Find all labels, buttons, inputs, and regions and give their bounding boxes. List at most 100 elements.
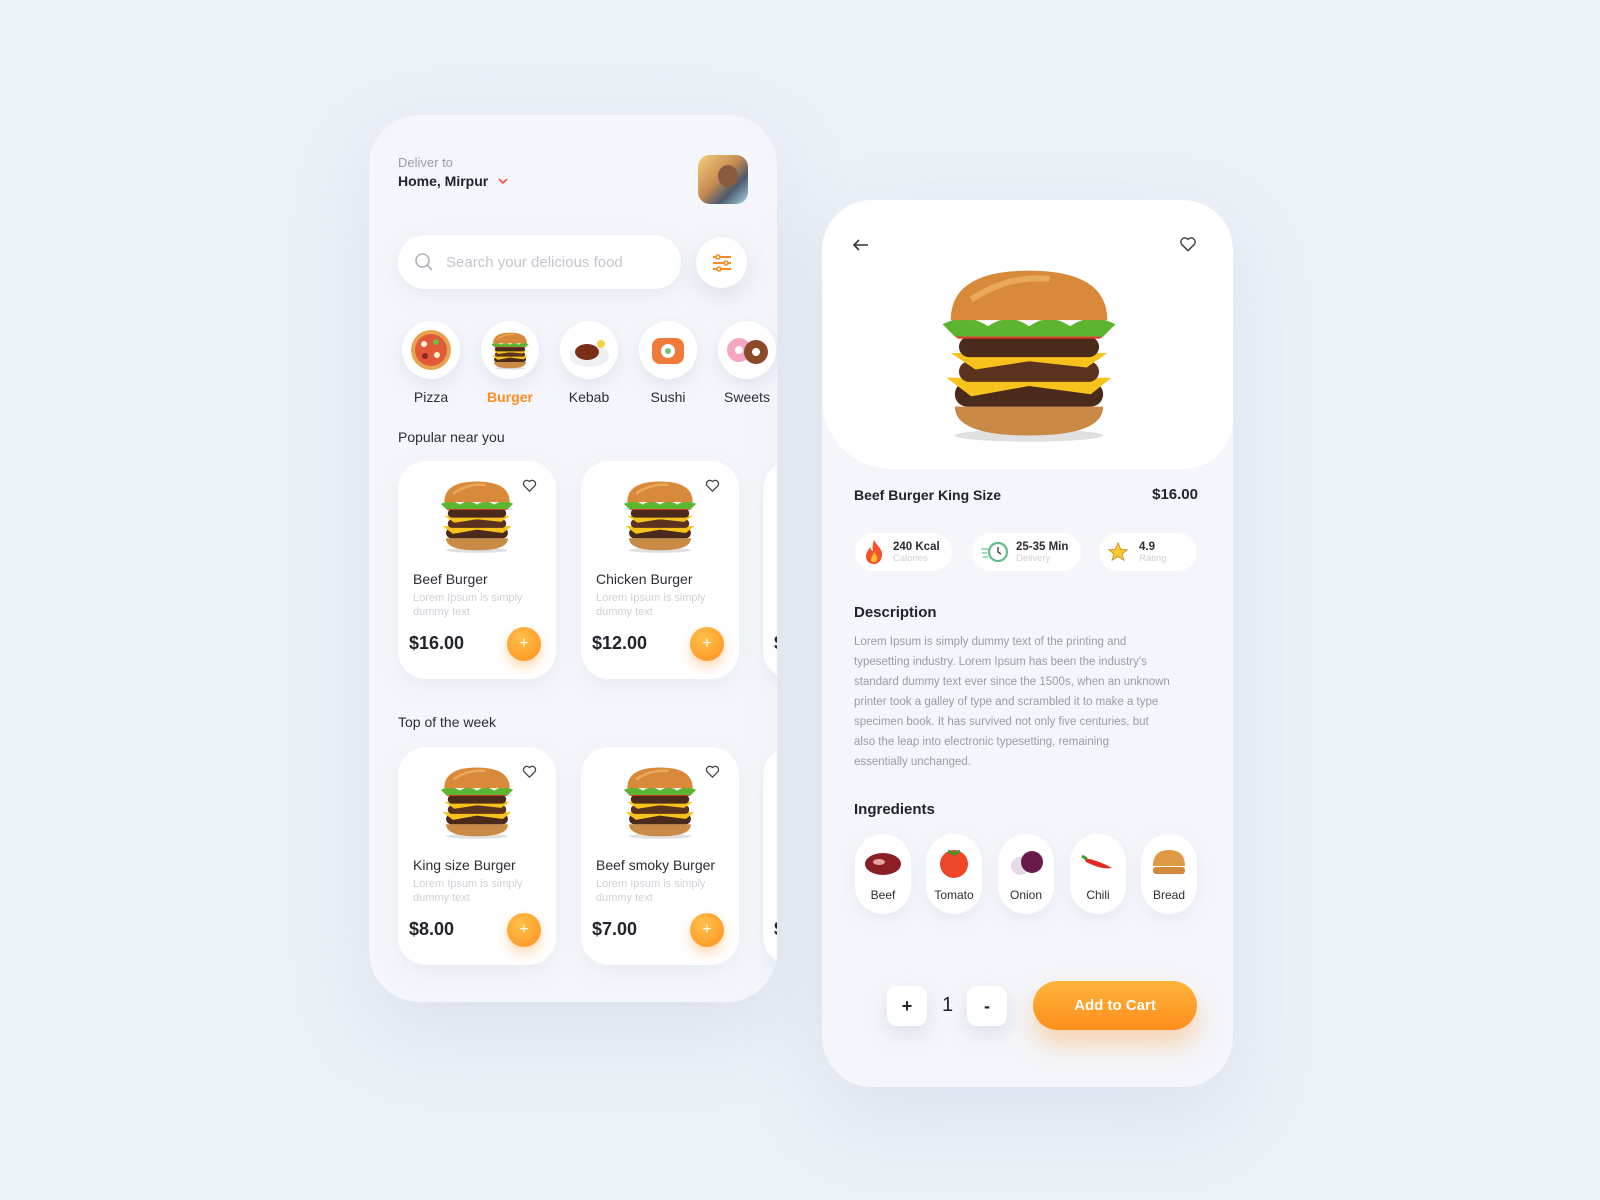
description-line: typesetting industry. Lorem Ipsum has be…	[854, 656, 1147, 668]
ingredient-label: Bread	[1152, 888, 1186, 902]
description-line: specimen book. It has survived not only …	[854, 716, 1149, 728]
ingredient-onion: Onion	[998, 834, 1054, 914]
food-card[interactable]: Beef smoky Burger Lorem Ipsum is simply …	[581, 747, 739, 965]
category-list: Pizza Burger Kebab Sushi Sweets	[401, 321, 777, 405]
category-kebab[interactable]: Kebab	[559, 321, 619, 405]
onion-icon	[1011, 851, 1043, 875]
tomato-icon	[940, 849, 968, 878]
food-description: Lorem Ipsum is simply dummy text	[413, 592, 523, 618]
rating-chip: 4.9 Rating	[1099, 533, 1197, 571]
search-bar[interactable]	[398, 235, 681, 289]
food-card-partial[interactable]: $	[763, 747, 777, 965]
food-price: $	[774, 919, 777, 940]
filter-button[interactable]	[696, 237, 747, 288]
food-price: $12.00	[592, 633, 648, 653]
category-label: Pizza	[413, 389, 449, 405]
description-title: Description	[854, 604, 937, 621]
sushi-icon	[652, 338, 684, 364]
burger-image	[434, 475, 520, 555]
heart-icon[interactable]	[704, 763, 721, 780]
ingredient-beef: Beef	[855, 834, 911, 914]
ingredient-chili: Chili	[1070, 834, 1126, 914]
decrease-quantity-button[interactable]: -	[967, 986, 1007, 1026]
add-button[interactable]: +	[507, 627, 541, 661]
location-text: Home, Mirpur	[398, 173, 489, 189]
add-button[interactable]: +	[690, 913, 724, 947]
food-card-partial[interactable]: $	[763, 461, 777, 679]
food-description: Lorem Ipsum is simply dummy text	[413, 878, 523, 904]
description-line: standard dummy text ever since the 1500s…	[854, 676, 1170, 688]
chili-icon	[1081, 854, 1112, 869]
ingredient-label: Beef	[870, 888, 896, 902]
week-section-title: Top of the week	[398, 714, 497, 730]
category-pizza[interactable]: Pizza	[401, 321, 461, 405]
burger-image	[434, 761, 520, 841]
search-input[interactable]	[446, 253, 656, 271]
food-price: $	[774, 633, 777, 654]
description-line: printer took a galley of type and scramb…	[854, 696, 1159, 708]
stat-value: 4.9	[1139, 540, 1155, 553]
pizza-icon	[411, 330, 451, 370]
home-screen: Deliver to Home, Mirpur Pizza Burger Keb…	[369, 115, 777, 1002]
deliver-to-label: Deliver to	[398, 155, 453, 170]
stat-label: Calories	[893, 552, 928, 564]
description-line: Lorem Ipsum is simply dummy text of the …	[854, 636, 1127, 648]
category-label: Kebab	[568, 389, 610, 405]
food-name: Chicken Burger	[596, 571, 693, 587]
ingredient-tomato: Tomato	[926, 834, 982, 914]
popular-section-title: Popular near you	[398, 429, 505, 445]
food-name: Beef Burger	[413, 571, 488, 587]
clock-icon	[981, 541, 1009, 563]
quantity-value: 1	[942, 994, 954, 1016]
fire-icon	[866, 540, 883, 564]
burger-icon	[487, 330, 533, 370]
category-sushi[interactable]: Sushi	[638, 321, 698, 405]
category-burger[interactable]: Burger	[480, 321, 540, 405]
increase-quantity-button[interactable]: +	[887, 986, 927, 1026]
stat-label: Rating	[1139, 552, 1167, 564]
ingredients-title: Ingredients	[854, 801, 935, 818]
stat-value: 240 Kcal	[893, 540, 940, 553]
food-price: $8.00	[409, 919, 455, 939]
star-icon	[1107, 541, 1129, 562]
food-card[interactable]: King size Burger Lorem Ipsum is simply d…	[398, 747, 556, 965]
delivery-chip: 25-35 Min Delivery	[972, 533, 1081, 571]
sliders-icon	[712, 253, 731, 272]
burger-image	[617, 475, 703, 555]
add-button[interactable]: +	[690, 627, 724, 661]
chevron-down-icon	[498, 177, 508, 184]
ingredient-label: Chili	[1086, 888, 1110, 902]
food-description: Lorem Ipsum is simply dummy text	[596, 592, 706, 618]
food-card[interactable]: Beef Burger Lorem Ipsum is simply dummy …	[398, 461, 556, 679]
description-line: also the leap into electronic typesettin…	[854, 736, 1110, 748]
food-price: $7.00	[592, 919, 638, 939]
add-button[interactable]: +	[507, 913, 541, 947]
heart-icon[interactable]	[521, 763, 538, 780]
burger-image	[617, 761, 703, 841]
add-to-cart-button[interactable]: Add to Cart	[1033, 981, 1197, 1030]
location-selector[interactable]: Home, Mirpur	[398, 173, 508, 189]
product-price: $16.00	[1152, 486, 1198, 503]
calories-chip: 240 Kcal Calories	[855, 533, 952, 571]
heart-icon[interactable]	[1178, 234, 1198, 254]
bread-icon	[1153, 850, 1185, 874]
beef-icon	[865, 853, 901, 875]
heart-icon[interactable]	[704, 477, 721, 494]
ingredient-label: Tomato	[934, 888, 974, 902]
donut-icon	[727, 338, 768, 364]
description-line: essentially unchanged.	[854, 756, 971, 768]
avatar[interactable]	[698, 155, 748, 204]
description-text: Lorem Ipsum is simply dummy text of the …	[854, 632, 1204, 772]
heart-icon[interactable]	[521, 477, 538, 494]
food-description: Lorem Ipsum is simply dummy text	[596, 878, 706, 904]
category-label: Sushi	[650, 389, 686, 405]
food-name: King size Burger	[413, 857, 516, 873]
stat-label: Delivery	[1016, 552, 1051, 564]
food-name: Beef smoky Burger	[596, 857, 716, 873]
category-sweets[interactable]: Sweets	[717, 321, 777, 405]
food-card[interactable]: Chicken Burger Lorem Ipsum is simply dum…	[581, 461, 739, 679]
food-price: $16.00	[409, 633, 465, 653]
back-arrow-icon[interactable]	[852, 237, 870, 253]
burger-hero-image	[926, 258, 1132, 444]
ingredient-bread: Bread	[1141, 834, 1197, 914]
